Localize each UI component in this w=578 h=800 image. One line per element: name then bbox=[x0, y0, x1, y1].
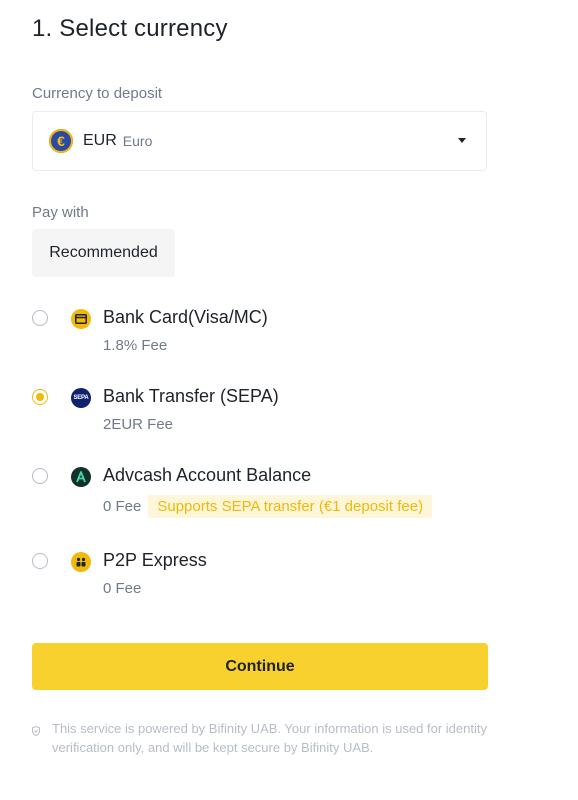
page-title: 1. Select currency bbox=[32, 15, 228, 42]
option-title: P2P Express bbox=[103, 550, 207, 570]
bank-card-icon bbox=[71, 309, 91, 329]
euro-coin-icon: € bbox=[49, 129, 73, 153]
option-title: Advcash Account Balance bbox=[103, 465, 312, 485]
radio-p2p[interactable] bbox=[32, 553, 48, 569]
radio-sepa[interactable] bbox=[32, 389, 48, 405]
radio-advcash[interactable] bbox=[32, 468, 48, 484]
sepa-support-badge: Supports SEPA transfer (€1 deposit fee) bbox=[148, 495, 433, 518]
option-fee: 1.8% Fee bbox=[103, 337, 168, 354]
shield-icon bbox=[32, 723, 40, 757]
option-title: Bank Card(Visa/MC) bbox=[103, 307, 268, 327]
sepa-icon: SEPA bbox=[71, 388, 91, 408]
currency-label: Currency to deposit bbox=[32, 85, 163, 102]
caret-down-icon bbox=[458, 138, 466, 143]
radio-bank-card[interactable] bbox=[32, 310, 48, 326]
option-fee: 0 Fee bbox=[103, 580, 142, 597]
option-fee: 2EUR Fee bbox=[103, 416, 174, 433]
option-title: Bank Transfer (SEPA) bbox=[103, 386, 279, 406]
disclaimer: This service is powered by Bifinity UAB.… bbox=[32, 719, 492, 757]
p2p-icon bbox=[71, 552, 91, 572]
advcash-icon bbox=[71, 467, 91, 487]
pay-with-label: Pay with bbox=[32, 204, 89, 221]
continue-button[interactable]: Continue bbox=[32, 643, 488, 690]
currency-name: Euro bbox=[122, 133, 153, 149]
disclaimer-text: This service is powered by Bifinity UAB.… bbox=[52, 721, 487, 755]
currency-code: EUR bbox=[83, 132, 117, 149]
tab-recommended[interactable]: Recommended bbox=[32, 229, 175, 277]
currency-select[interactable]: € EUR Euro bbox=[32, 111, 487, 171]
option-fee: 0 Fee Supports SEPA transfer (€1 deposit… bbox=[103, 495, 433, 518]
